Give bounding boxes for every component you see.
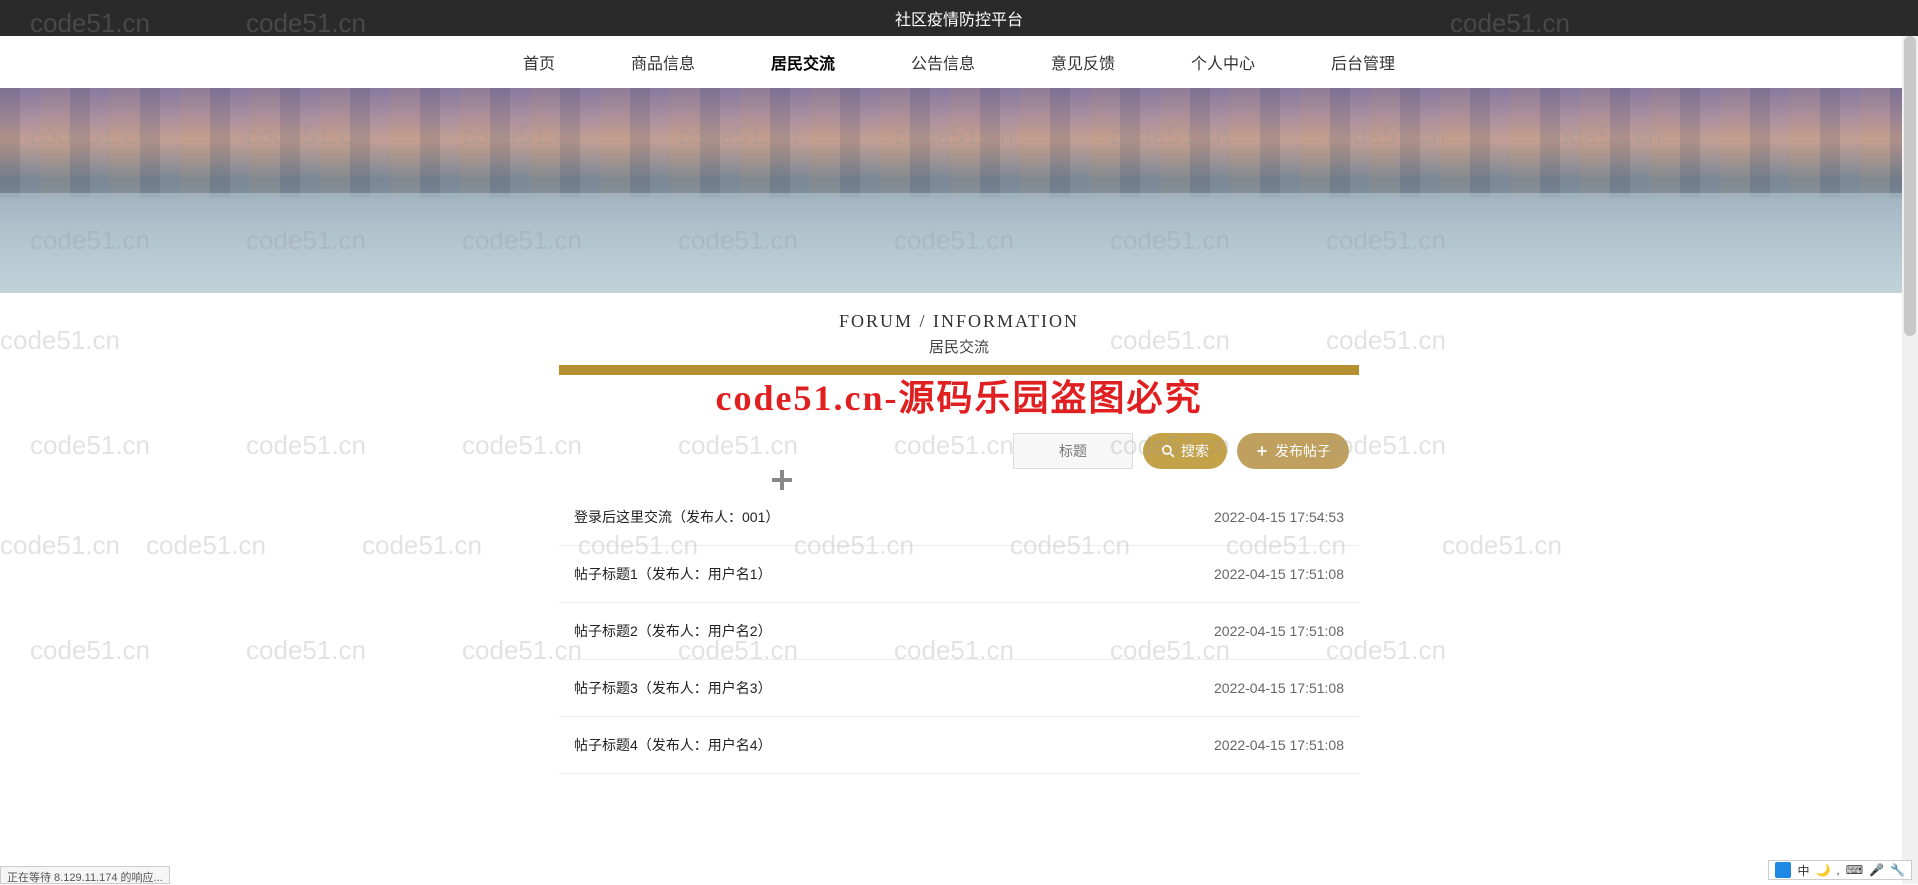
watermark: code51.cn [30, 635, 150, 666]
list-item[interactable]: 帖子标题1（发布人：用户名1） 2022-04-15 17:51:08 [559, 546, 1359, 603]
search-button[interactable]: 搜索 [1143, 433, 1227, 469]
nav-feedback[interactable]: 意见反馈 [1043, 40, 1123, 84]
loading-icon [772, 470, 792, 490]
post-title: 登录后这里交流（发布人：001） [574, 507, 779, 527]
watermark: code51.cn [146, 530, 266, 561]
post-date: 2022-04-15 17:54:53 [1214, 509, 1344, 525]
post-list: 登录后这里交流（发布人：001） 2022-04-15 17:54:53 帖子标… [559, 489, 1359, 774]
app-header: 社区疫情防控平台 [0, 0, 1918, 36]
search-toolbar: 搜索 发布帖子 [559, 433, 1359, 469]
main-nav: 首页 商品信息 居民交流 公告信息 意见反馈 个人中心 后台管理 [0, 36, 1918, 88]
watermark: code51.cn [0, 530, 120, 561]
wrench-icon: 🔧 [1890, 863, 1905, 877]
scrollbar[interactable] [1902, 36, 1918, 884]
nav-admin[interactable]: 后台管理 [1323, 40, 1403, 84]
ime-language: 中 [1797, 862, 1809, 879]
watermark: code51.cn [30, 430, 150, 461]
scrollbar-thumb[interactable] [1904, 36, 1916, 336]
nav-products[interactable]: 商品信息 [623, 40, 703, 84]
search-icon [1161, 444, 1175, 458]
nav-home[interactable]: 首页 [515, 40, 563, 84]
post-date: 2022-04-15 17:51:08 [1214, 566, 1344, 582]
list-item[interactable]: 帖子标题4（发布人：用户名4） 2022-04-15 17:51:08 [559, 717, 1359, 774]
post-date: 2022-04-15 17:51:08 [1214, 737, 1344, 753]
microphone-icon: 🎤 [1869, 863, 1884, 877]
nav-announcements[interactable]: 公告信息 [903, 40, 983, 84]
section-title-en: FORUM / INFORMATION [0, 311, 1918, 332]
post-date: 2022-04-15 17:51:08 [1214, 680, 1344, 696]
ime-icon [1775, 862, 1791, 878]
post-date: 2022-04-15 17:51:08 [1214, 623, 1344, 639]
list-item[interactable]: 登录后这里交流（发布人：001） 2022-04-15 17:54:53 [559, 489, 1359, 546]
moon-icon: 🌙 [1815, 863, 1830, 877]
watermark: code51.cn [1442, 530, 1562, 561]
list-item[interactable]: 帖子标题2（发布人：用户名2） 2022-04-15 17:51:08 [559, 603, 1359, 660]
post-title: 帖子标题1（发布人：用户名1） [574, 564, 772, 584]
keyboard-icon: ⌨ [1846, 863, 1863, 877]
plus-icon [1255, 444, 1269, 458]
post-title: 帖子标题4（发布人：用户名4） [574, 735, 772, 755]
ime-toolbar[interactable]: 中 🌙 , ⌨ 🎤 🔧 [1768, 860, 1912, 880]
section-heading: FORUM / INFORMATION 居民交流 [0, 311, 1918, 357]
nav-forum[interactable]: 居民交流 [763, 40, 843, 84]
watermark-main: code51.cn-源码乐园盗图必究 [0, 369, 1918, 421]
post-button[interactable]: 发布帖子 [1237, 433, 1349, 469]
search-input[interactable] [1013, 433, 1133, 469]
app-title: 社区疫情防控平台 [895, 6, 1023, 30]
nav-profile[interactable]: 个人中心 [1183, 40, 1263, 84]
post-title: 帖子标题3（发布人：用户名3） [574, 678, 772, 698]
search-button-label: 搜索 [1181, 441, 1209, 461]
post-title: 帖子标题2（发布人：用户名2） [574, 621, 772, 641]
list-item[interactable]: 帖子标题3（发布人：用户名3） 2022-04-15 17:51:08 [559, 660, 1359, 717]
hero-banner [0, 88, 1918, 293]
section-title-cn: 居民交流 [0, 336, 1918, 357]
watermark: code51.cn [246, 430, 366, 461]
watermark: code51.cn [246, 635, 366, 666]
post-button-label: 发布帖子 [1275, 441, 1331, 461]
watermark: code51.cn [362, 530, 482, 561]
status-bar: 正在等待 8.129.11.174 的响应... [0, 866, 170, 884]
comma-icon: , [1836, 863, 1839, 877]
